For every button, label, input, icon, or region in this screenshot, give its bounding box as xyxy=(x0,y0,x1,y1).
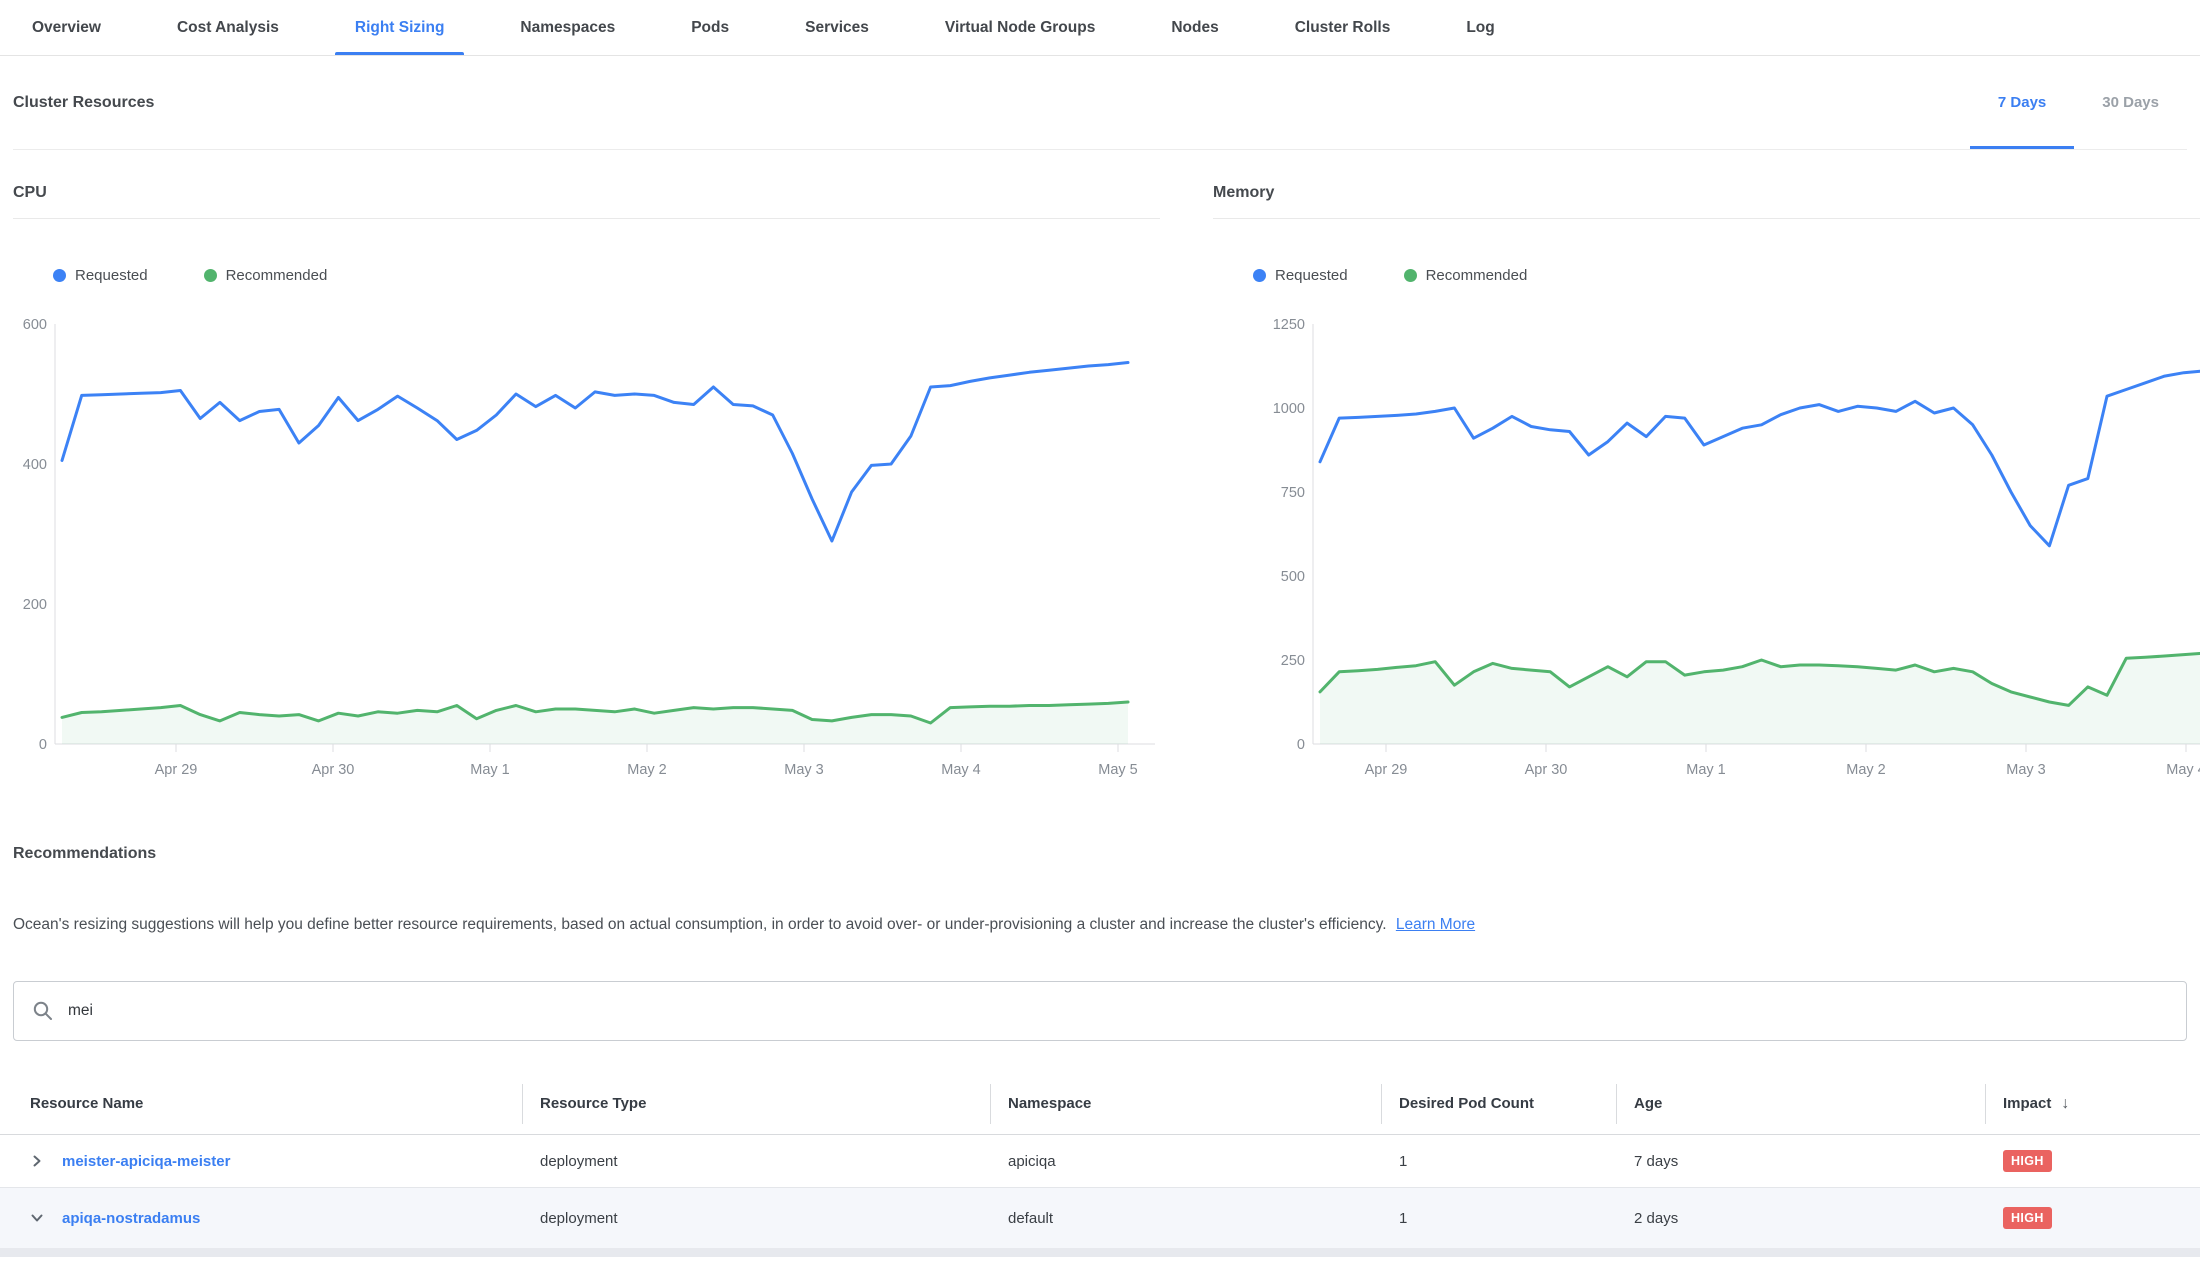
requested-legend-dot-icon xyxy=(1253,269,1266,282)
age-cell: 2 days xyxy=(1616,1188,1985,1248)
svg-text:200: 200 xyxy=(23,597,47,613)
chevron-down-icon[interactable] xyxy=(30,1211,44,1225)
impact-cell: HIGH xyxy=(1985,1188,2200,1248)
tab-virtual-node-groups[interactable]: Virtual Node Groups xyxy=(925,0,1115,55)
desired-pod-count-cell: 1 xyxy=(1381,1188,1616,1248)
resource-type-cell: deployment xyxy=(522,1135,990,1187)
recommended-legend-dot-icon xyxy=(1404,269,1417,282)
memory-line-chart: 0 250 500 750 1000 1250 Apr 29 Apr 30 May 1 May 2… xyxy=(1213,299,2200,789)
resource-search-box xyxy=(13,981,2187,1041)
learn-more-link[interactable]: Learn More xyxy=(1396,916,1475,933)
svg-text:500: 500 xyxy=(1281,569,1305,585)
namespace-cell: apiciqa xyxy=(990,1135,1381,1187)
svg-text:May 1: May 1 xyxy=(1686,762,1726,778)
tab-nodes[interactable]: Nodes xyxy=(1151,0,1238,55)
page-title: Cluster Resources xyxy=(13,94,154,112)
legend-item-recommended: Recommended xyxy=(204,267,328,284)
col-header-age[interactable]: Age xyxy=(1616,1073,1985,1134)
svg-text:0: 0 xyxy=(1297,737,1305,753)
resource-type-cell: deployment xyxy=(522,1188,990,1248)
svg-text:750: 750 xyxy=(1281,485,1305,501)
svg-text:May 4: May 4 xyxy=(2166,762,2200,778)
search-input[interactable] xyxy=(68,1002,2168,1020)
col-header-desired-pod-count[interactable]: Desired Pod Count xyxy=(1381,1073,1616,1134)
resource-name-link[interactable]: meister-apiciqa-meister xyxy=(62,1153,230,1170)
legend-label: Recommended xyxy=(226,267,328,284)
table-row[interactable]: apiqa-nostradamus deploymentdefault12 day… xyxy=(0,1188,2200,1248)
impact-badge: HIGH xyxy=(2003,1150,2052,1172)
cpu-line-chart: 0 200 400 600 Apr 29 Apr 30 May 1 May 2 May 3 May… xyxy=(13,299,1160,789)
cpu-chart-title: CPU xyxy=(13,184,1160,219)
impact-badge: HIGH xyxy=(2003,1207,2052,1229)
cpu-chart-legend: Requested Recommended xyxy=(53,265,1160,285)
tab-namespaces[interactable]: Namespaces xyxy=(500,0,635,55)
cpu-chart-panel: CPU Requested Recommended 0 200 400 600 Apr … xyxy=(13,184,1160,789)
memory-chart-panel: Memory Requested Recommended 0 250 500 750 1… xyxy=(1213,184,2200,789)
impact-cell: HIGH xyxy=(1985,1135,2200,1187)
svg-text:600: 600 xyxy=(23,317,47,333)
chevron-right-icon[interactable] xyxy=(30,1154,44,1168)
range-tab-7-days[interactable]: 7 Days xyxy=(1970,56,2074,149)
age-cell: 7 days xyxy=(1616,1135,1985,1187)
legend-label: Recommended xyxy=(1426,267,1528,284)
legend-label: Requested xyxy=(75,267,148,284)
legend-item-recommended: Recommended xyxy=(1404,267,1528,284)
legend-label: Requested xyxy=(1275,267,1348,284)
svg-text:May 1: May 1 xyxy=(470,762,510,778)
memory-chart-title: Memory xyxy=(1213,184,2200,219)
svg-text:Apr 29: Apr 29 xyxy=(1365,762,1408,778)
main-tab-bar: Overview Cost Analysis Right Sizing Namespa… xyxy=(0,0,2200,56)
table-row[interactable]: meister-apiciqa-meister deploymentapiciqa… xyxy=(0,1135,2200,1188)
svg-text:May 3: May 3 xyxy=(784,762,824,778)
svg-text:Apr 30: Apr 30 xyxy=(312,762,355,778)
legend-item-requested: Requested xyxy=(53,267,148,284)
svg-text:Apr 29: Apr 29 xyxy=(155,762,198,778)
memory-chart-legend: Requested Recommended xyxy=(1253,265,2200,285)
resource-name-link[interactable]: apiqa-nostradamus xyxy=(62,1210,200,1227)
search-icon xyxy=(32,1000,54,1022)
resource-name-cell: apiqa-nostradamus xyxy=(0,1188,522,1248)
cluster-resources-header: Cluster Resources 7 Days 30 Days xyxy=(13,56,2187,150)
tab-overview[interactable]: Overview xyxy=(12,0,121,55)
resource-name-cell: meister-apiciqa-meister xyxy=(0,1135,522,1187)
svg-text:May 5: May 5 xyxy=(1098,762,1138,778)
tab-right-sizing[interactable]: Right Sizing xyxy=(335,0,465,55)
svg-text:May 2: May 2 xyxy=(627,762,667,778)
table-body: meister-apiciqa-meister deploymentapiciqa… xyxy=(0,1135,2200,1248)
range-tab-30-days[interactable]: 30 Days xyxy=(2074,56,2187,149)
col-header-resource-type[interactable]: Resource Type xyxy=(522,1073,990,1134)
charts-row: CPU Requested Recommended 0 200 400 600 Apr … xyxy=(13,184,2200,789)
col-header-impact[interactable]: Impact ↓ xyxy=(1985,1073,2200,1134)
recommendations-description: Ocean's resizing suggestions will help y… xyxy=(13,913,2187,937)
svg-text:May 2: May 2 xyxy=(1846,762,1886,778)
svg-text:1250: 1250 xyxy=(1273,317,1305,333)
svg-text:1000: 1000 xyxy=(1273,401,1305,417)
table-header-row: Resource Name Resource Type Namespace De… xyxy=(0,1073,2200,1135)
time-range-toggle: 7 Days 30 Days xyxy=(1970,56,2187,149)
tab-pods[interactable]: Pods xyxy=(671,0,749,55)
recommended-legend-dot-icon xyxy=(204,269,217,282)
tab-cluster-rolls[interactable]: Cluster Rolls xyxy=(1275,0,1411,55)
recommendations-table: Resource Name Resource Type Namespace De… xyxy=(0,1073,2200,1257)
col-header-resource-name[interactable]: Resource Name xyxy=(0,1073,522,1134)
desired-pod-count-cell: 1 xyxy=(1381,1135,1616,1187)
svg-text:250: 250 xyxy=(1281,653,1305,669)
svg-text:May 4: May 4 xyxy=(941,762,981,778)
svg-text:0: 0 xyxy=(39,737,47,753)
svg-text:Apr 30: Apr 30 xyxy=(1525,762,1568,778)
col-header-namespace[interactable]: Namespace xyxy=(990,1073,1381,1134)
namespace-cell: default xyxy=(990,1188,1381,1248)
requested-legend-dot-icon xyxy=(53,269,66,282)
svg-text:May 3: May 3 xyxy=(2006,762,2046,778)
recommendations-title: Recommendations xyxy=(13,845,2187,863)
expanded-row-panel xyxy=(0,1248,2200,1257)
tab-cost-analysis[interactable]: Cost Analysis xyxy=(157,0,299,55)
tab-services[interactable]: Services xyxy=(785,0,889,55)
legend-item-requested: Requested xyxy=(1253,267,1348,284)
tab-log[interactable]: Log xyxy=(1446,0,1514,55)
sort-descending-icon[interactable]: ↓ xyxy=(2061,1095,2069,1113)
svg-text:400: 400 xyxy=(23,457,47,473)
